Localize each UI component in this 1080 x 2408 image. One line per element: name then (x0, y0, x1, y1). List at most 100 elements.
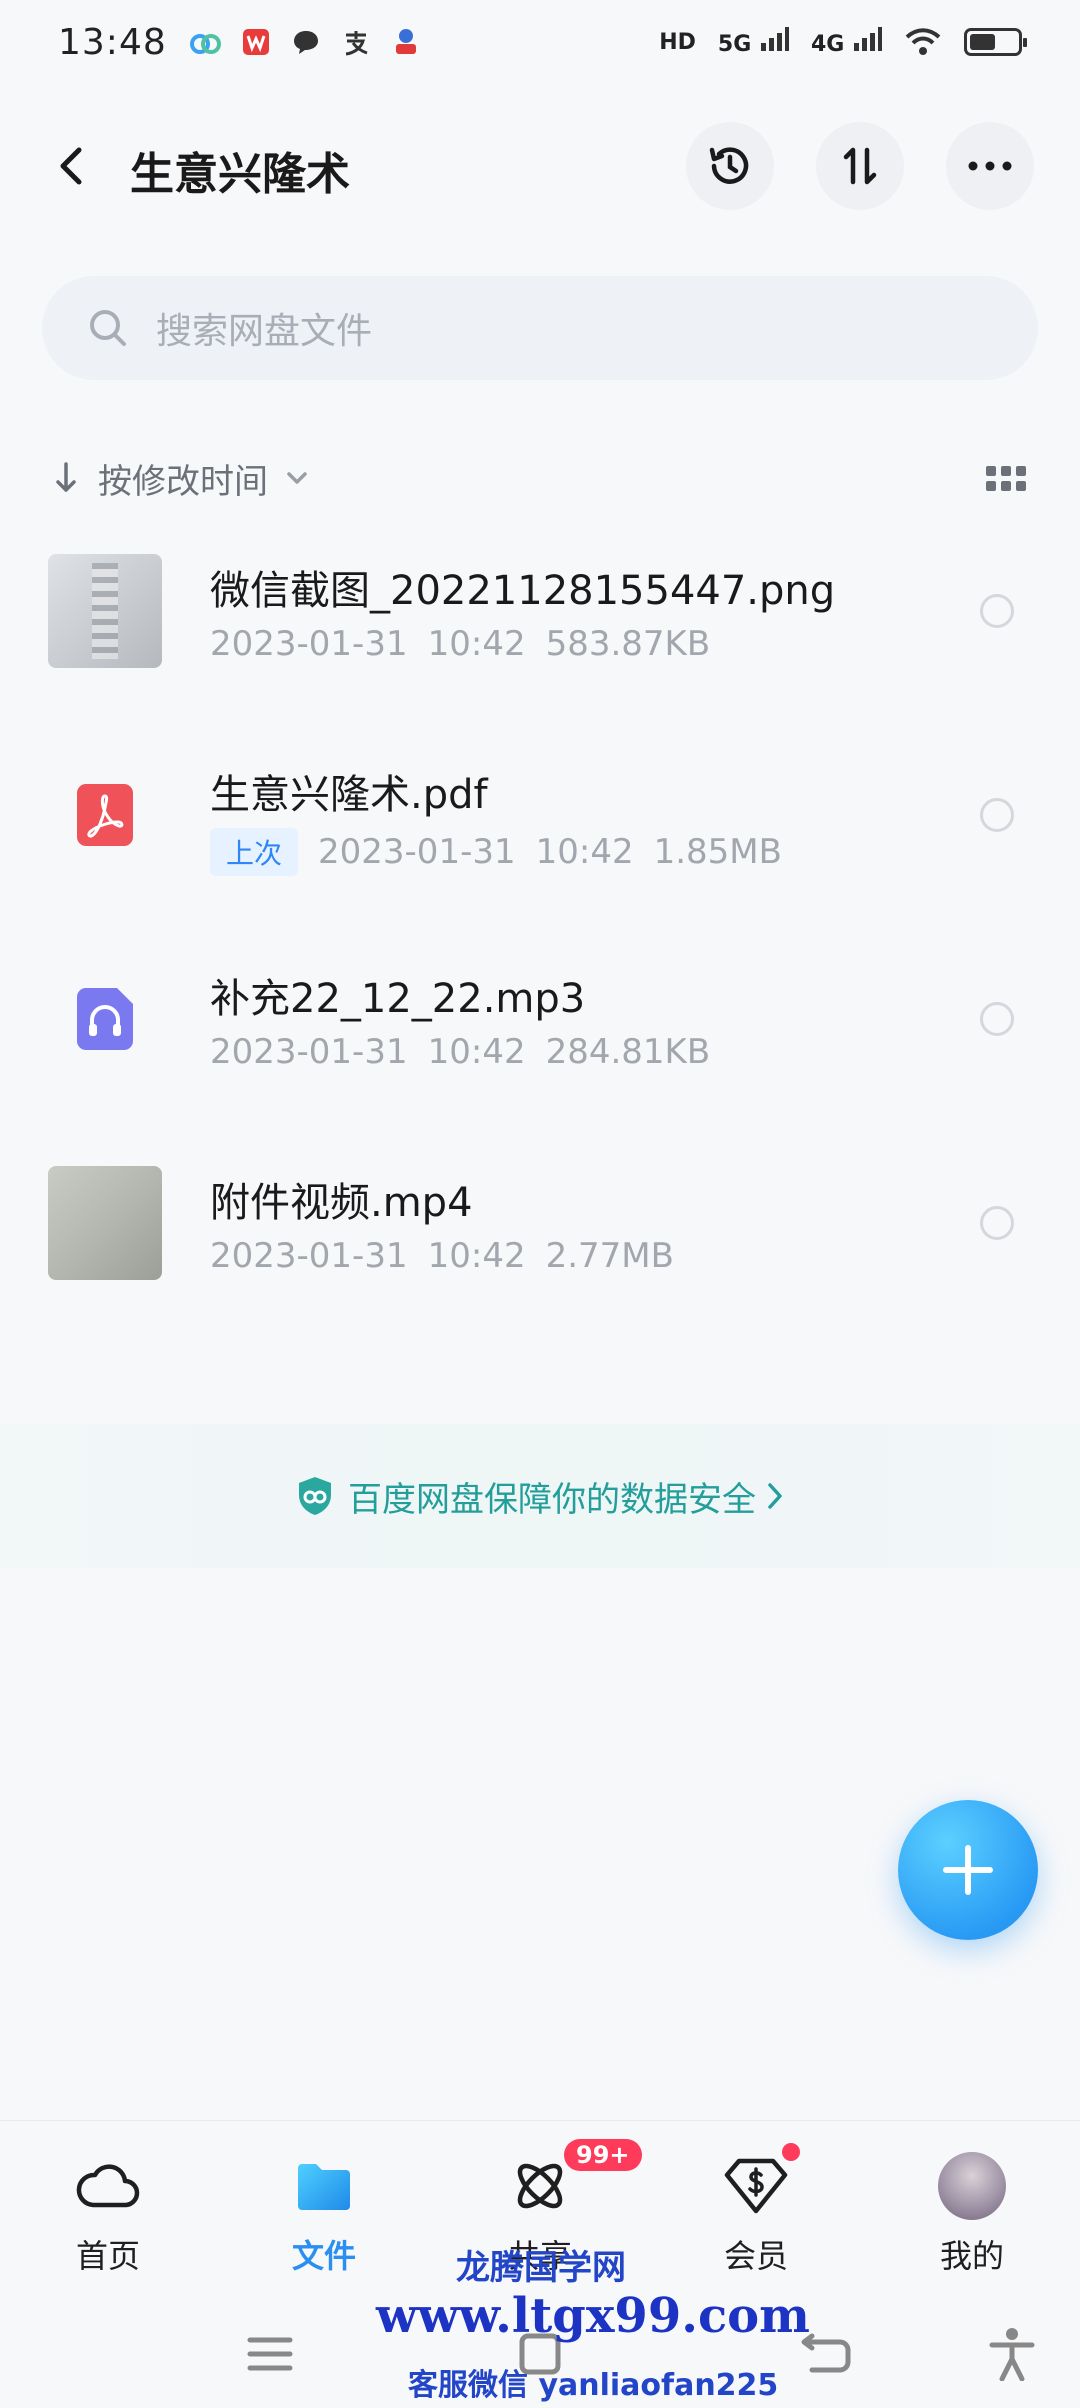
add-button[interactable] (898, 1800, 1038, 1940)
signal-5g-label: 5G (717, 32, 752, 57)
membership-dot (782, 2143, 800, 2161)
last-opened-badge: 上次 (210, 828, 299, 876)
file-time: 10:42 (427, 1032, 526, 1072)
arrow-down-icon (56, 462, 76, 492)
file-item[interactable]: 微信截图_20221128155447.png 2023-01-31 10:42… (0, 528, 1080, 732)
status-right: HD 5G 4G (659, 27, 1027, 57)
file-name: 附件视频.mp4 (210, 1180, 473, 1226)
nav-label: 首页 (75, 2237, 140, 2275)
file-list: 微信截图_20221128155447.png 2023-01-31 10:42… (0, 528, 1080, 1344)
nav-label: 文件 (291, 2237, 356, 2275)
file-name: 补充22_12_22.mp3 (210, 976, 586, 1022)
file-item[interactable]: 生意兴隆术.pdf 上次 2023-01-31 10:42 1.85MB (0, 732, 1080, 936)
chat-icon (289, 25, 323, 59)
cloud-app-icon (189, 25, 223, 59)
file-date: 2023-01-31 (210, 1032, 408, 1072)
nav-item-files[interactable]: 文件 (216, 2121, 432, 2292)
avatar-image (938, 2152, 1006, 2220)
file-name: 微信截图_20221128155447.png (210, 568, 836, 614)
avatar (937, 2151, 1007, 2221)
watermark-contact: 客服微信 yanliaofan225 (408, 2368, 779, 2403)
nav-item-membership[interactable]: 会员 (648, 2121, 864, 2292)
signal-4g-label: 4G (810, 32, 845, 57)
file-date: 2023-01-31 (210, 624, 408, 664)
sort-row: 按修改时间 (54, 448, 1026, 508)
menu-button[interactable] (242, 2326, 298, 2382)
grid-dot (1016, 480, 1026, 491)
sort-button[interactable] (816, 122, 904, 210)
file-item[interactable]: 附件视频.mp4 2023-01-31 10:42 2.77MB (0, 1140, 1080, 1344)
nav-label: 会员 (723, 2237, 788, 2275)
grid-dot (986, 465, 996, 476)
chevron-left-icon (60, 147, 82, 185)
audio-file-icon (48, 962, 162, 1076)
search-icon (90, 310, 126, 346)
sort-label[interactable]: 按修改时间 (98, 454, 268, 503)
file-size: 284.81KB (545, 1032, 711, 1072)
chevron-right-icon (768, 1483, 782, 1509)
file-size: 1.85MB (653, 832, 782, 872)
wps-icon (239, 25, 273, 59)
file-meta: 2023-01-31 10:42 284.81KB (210, 1032, 710, 1072)
header: 生意兴隆术 (0, 116, 1080, 216)
select-checkbox[interactable] (980, 798, 1014, 832)
image-thumbnail (48, 554, 162, 668)
nav-item-home[interactable]: 首页 (0, 2121, 216, 2292)
history-icon (709, 147, 749, 184)
search-placeholder: 搜索网盘文件 (156, 311, 373, 352)
file-meta: 2023-01-31 10:42 583.87KB (210, 624, 710, 664)
hd-indicator: HD (659, 29, 696, 55)
select-checkbox[interactable] (980, 1002, 1014, 1036)
select-checkbox[interactable] (980, 1206, 1014, 1240)
status-time: 13:48 (58, 21, 167, 63)
alipay-icon (339, 25, 373, 59)
signal-4g: 4G (811, 27, 882, 57)
accessibility-button[interactable] (984, 2326, 1040, 2382)
video-thumbnail (48, 1166, 162, 1280)
menu-icon (247, 2337, 293, 2371)
mascot-app-icon (389, 25, 423, 59)
signal-bars-icon (854, 27, 882, 51)
diamond-icon (721, 2151, 791, 2221)
wifi-icon (905, 28, 941, 55)
plus-icon (943, 1845, 993, 1895)
grid-view-icon[interactable] (986, 465, 1026, 491)
battery-icon (964, 28, 1027, 56)
battery-level (970, 34, 996, 50)
search-input[interactable]: 搜索网盘文件 (42, 276, 1038, 380)
history-button[interactable] (686, 122, 774, 210)
file-meta: 上次 2023-01-31 10:42 1.85MB (210, 828, 782, 876)
back-button[interactable] (44, 138, 100, 194)
file-name: 生意兴隆术.pdf (210, 772, 488, 818)
file-time: 10:42 (535, 832, 634, 872)
cloud-icon (73, 2151, 143, 2221)
chevron-down-icon[interactable] (286, 471, 308, 485)
grid-dot (1001, 465, 1011, 476)
pdf-file-icon (48, 758, 162, 872)
watermark-url: www.ltgx99.com (376, 2288, 810, 2344)
file-item[interactable]: 补充22_12_22.mp3 2023-01-31 10:42 284.81KB (0, 936, 1080, 1140)
watermark-site-name: 龙腾国学网 (456, 2248, 626, 2288)
more-icon (968, 161, 1012, 171)
security-text: 百度网盘保障你的数据安全 (348, 1479, 756, 1520)
notification-icons (189, 25, 423, 59)
grid-dot (986, 480, 996, 491)
file-time: 10:42 (427, 624, 526, 664)
file-meta: 2023-01-31 10:42 2.77MB (210, 1236, 674, 1276)
signal-5g: 5G (718, 27, 789, 57)
grid-dot (1001, 480, 1011, 491)
file-date: 2023-01-31 (318, 832, 516, 872)
file-size: 2.77MB (545, 1236, 674, 1276)
nav-item-me[interactable]: 我的 (864, 2121, 1080, 2292)
folder-icon (289, 2151, 359, 2221)
signal-bars-icon (760, 27, 789, 51)
sort-icon (843, 147, 877, 185)
more-button[interactable] (946, 122, 1034, 210)
security-banner[interactable]: 百度网盘保障你的数据安全 (0, 1424, 1080, 1568)
nav-label: 我的 (939, 2237, 1004, 2275)
select-checkbox[interactable] (980, 594, 1014, 628)
status-bar: 13:48 HD 5G 4G (0, 0, 1080, 84)
file-time: 10:42 (427, 1236, 526, 1276)
file-date: 2023-01-31 (210, 1236, 408, 1276)
page-title: 生意兴隆术 (130, 149, 350, 200)
